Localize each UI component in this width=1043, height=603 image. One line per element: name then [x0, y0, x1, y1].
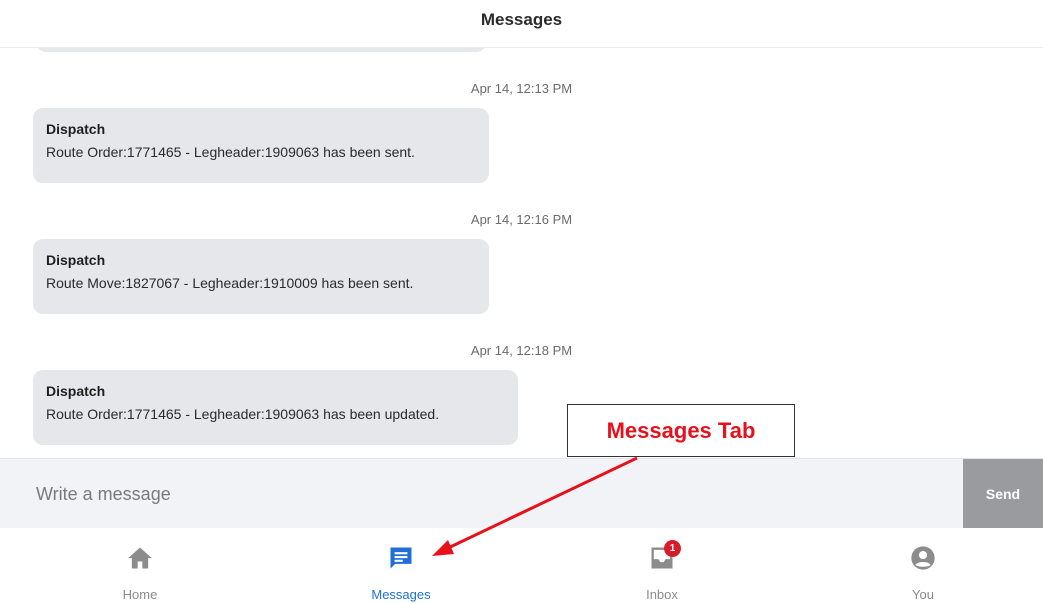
message-bubble[interactable]: Dispatch Route Order:1771465 - Legheader…: [33, 108, 489, 183]
annotation-label: Messages Tab: [606, 418, 756, 443]
tab-you[interactable]: You: [793, 528, 1043, 603]
inbox-icon-wrapper: 1: [648, 540, 681, 572]
annotation-callout: Messages Tab: [567, 404, 795, 457]
message-timestamp: Apr 14, 12:16 PM: [470, 212, 573, 227]
tab-messages[interactable]: Messages: [271, 528, 531, 603]
message-text: Route Move:1827067 - Legheader:1910009 h…: [46, 275, 414, 291]
message-timestamp: Apr 14, 12:13 PM: [470, 81, 573, 96]
tab-inbox[interactable]: 1 Inbox: [532, 528, 792, 603]
chat-icon: [390, 547, 412, 569]
message-timestamp: Apr 14, 12:18 PM: [470, 343, 573, 358]
tab-label: Messages: [371, 587, 431, 602]
app-header: Messages: [0, 0, 1043, 48]
page-title: Messages: [480, 10, 563, 29]
message-list[interactable]: Apr 14, 12:13 PM Dispatch Route Order:17…: [0, 48, 1043, 458]
message-bubble-partial: [36, 48, 486, 52]
tab-label: You: [912, 587, 934, 602]
message-bubble[interactable]: Dispatch Route Order:1771465 - Legheader…: [33, 370, 518, 445]
tab-home[interactable]: Home: [10, 528, 270, 603]
message-bubble[interactable]: Dispatch Route Move:1827067 - Legheader:…: [33, 239, 489, 314]
bottom-tab-bar: Home Messages 1 Inbox You: [0, 528, 1043, 603]
user-icon: [911, 546, 935, 570]
send-button[interactable]: Send: [963, 459, 1043, 529]
message-text: Route Order:1771465 - Legheader:1909063 …: [46, 406, 440, 422]
message-sender: Dispatch: [46, 121, 106, 137]
tab-label: Home: [122, 587, 158, 602]
message-sender: Dispatch: [46, 252, 106, 268]
message-input[interactable]: [0, 459, 962, 529]
tab-label: Inbox: [646, 587, 678, 602]
message-sender: Dispatch: [46, 383, 106, 399]
home-icon: [128, 547, 152, 569]
notification-badge: 1: [664, 540, 681, 557]
message-text: Route Order:1771465 - Legheader:1909063 …: [46, 144, 415, 160]
message-composer: Send: [0, 458, 1043, 529]
